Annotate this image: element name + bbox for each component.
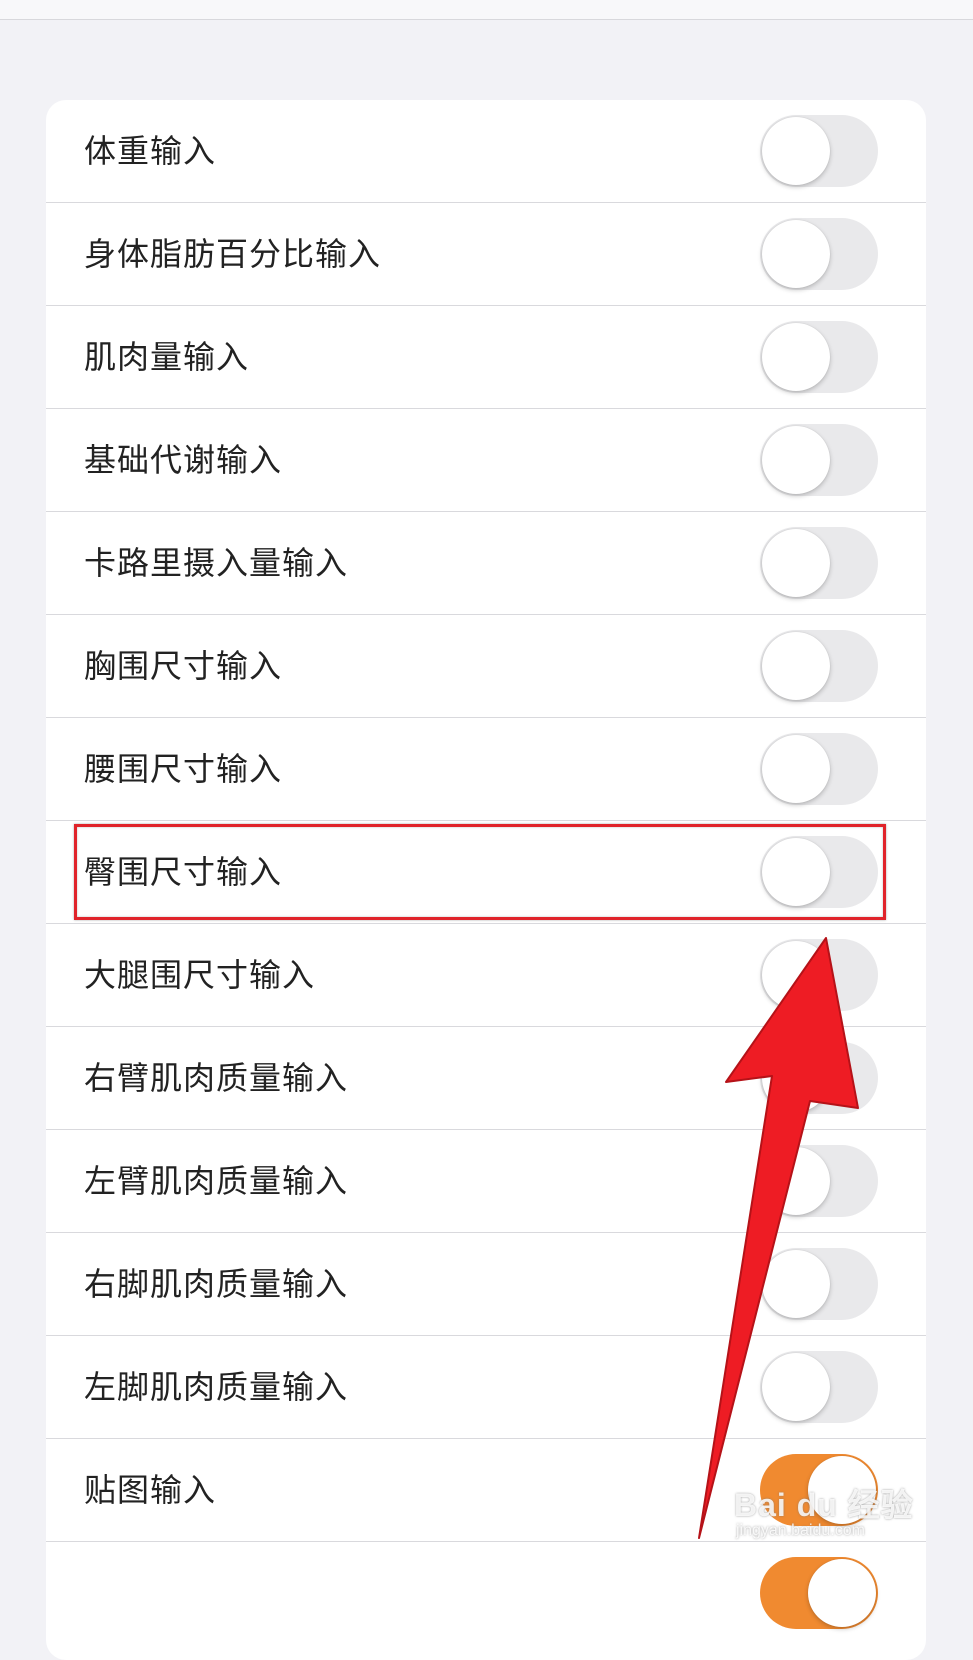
toggle-knob	[762, 426, 830, 494]
settings-row-right-leg: 右脚肌肉质量输入	[46, 1233, 926, 1336]
settings-row-hip: 臀围尺寸输入	[46, 821, 926, 924]
settings-row-muscle-mass: 肌肉量输入	[46, 306, 926, 409]
settings-row-partial	[46, 1542, 926, 1645]
toggle-knob	[762, 117, 830, 185]
toggle-knob	[762, 1147, 830, 1215]
settings-row-thigh: 大腿围尺寸输入	[46, 924, 926, 1027]
top-navigation-bar	[0, 0, 973, 20]
toggle-knob	[762, 838, 830, 906]
settings-row-right-arm: 右臂肌肉质量输入	[46, 1027, 926, 1130]
right-arm-toggle[interactable]	[760, 1042, 878, 1114]
settings-row-body-fat: 身体脂肪百分比输入	[46, 203, 926, 306]
settings-row-calorie-intake: 卡路里摄入量输入	[46, 512, 926, 615]
settings-row-left-leg: 左脚肌肉质量输入	[46, 1336, 926, 1439]
left-leg-toggle[interactable]	[760, 1351, 878, 1423]
toggle-knob	[762, 632, 830, 700]
settings-row-label: 腰围尺寸输入	[84, 750, 283, 788]
toggle-knob	[762, 1044, 830, 1112]
bmr-toggle[interactable]	[760, 424, 878, 496]
settings-row-label: 胸围尺寸输入	[84, 647, 283, 685]
settings-row-label: 体重输入	[84, 132, 217, 170]
toggle-knob	[762, 529, 830, 597]
weight-toggle[interactable]	[760, 115, 878, 187]
toggle-knob	[762, 220, 830, 288]
settings-row-waist: 腰围尺寸输入	[46, 718, 926, 821]
calorie-intake-toggle[interactable]	[760, 527, 878, 599]
toggle-knob	[762, 1353, 830, 1421]
settings-row-label: 右臂肌肉质量输入	[84, 1059, 349, 1097]
settings-row-left-arm: 左臂肌肉质量输入	[46, 1130, 926, 1233]
settings-row-label: 左臂肌肉质量输入	[84, 1162, 349, 1200]
settings-row-label: 大腿围尺寸输入	[84, 956, 316, 994]
toggle-knob	[762, 735, 830, 803]
toggle-knob	[808, 1559, 876, 1627]
left-arm-toggle[interactable]	[760, 1145, 878, 1217]
partial-row-toggle[interactable]	[760, 1557, 878, 1629]
settings-row-label: 右脚肌肉质量输入	[84, 1265, 349, 1303]
body-fat-toggle[interactable]	[760, 218, 878, 290]
thigh-toggle[interactable]	[760, 939, 878, 1011]
chest-toggle[interactable]	[760, 630, 878, 702]
settings-row-label: 肌肉量输入	[84, 338, 250, 376]
toggle-knob	[762, 941, 830, 1009]
toggle-knob	[762, 323, 830, 391]
muscle-mass-toggle[interactable]	[760, 321, 878, 393]
settings-row-sticker: 贴图输入	[46, 1439, 926, 1542]
settings-row-bmr: 基础代谢输入	[46, 409, 926, 512]
settings-row-label: 身体脂肪百分比输入	[84, 235, 382, 273]
settings-row-label: 基础代谢输入	[84, 441, 283, 479]
toggle-knob	[762, 1250, 830, 1318]
settings-row-label: 贴图输入	[84, 1471, 217, 1509]
right-leg-toggle[interactable]	[760, 1248, 878, 1320]
hip-toggle[interactable]	[760, 836, 878, 908]
settings-row-label: 卡路里摄入量输入	[84, 544, 349, 582]
settings-row-label: 臀围尺寸输入	[84, 853, 283, 891]
settings-row-chest: 胸围尺寸输入	[46, 615, 926, 718]
sticker-toggle[interactable]	[760, 1454, 878, 1526]
settings-row-weight: 体重输入	[46, 100, 926, 203]
waist-toggle[interactable]	[760, 733, 878, 805]
toggle-knob	[808, 1456, 876, 1524]
settings-row-label: 左脚肌肉质量输入	[84, 1368, 349, 1406]
settings-list: 体重输入 身体脂肪百分比输入 肌肉量输入 基础代谢输入 卡路里摄入量输入 胸围尺…	[46, 100, 926, 1660]
